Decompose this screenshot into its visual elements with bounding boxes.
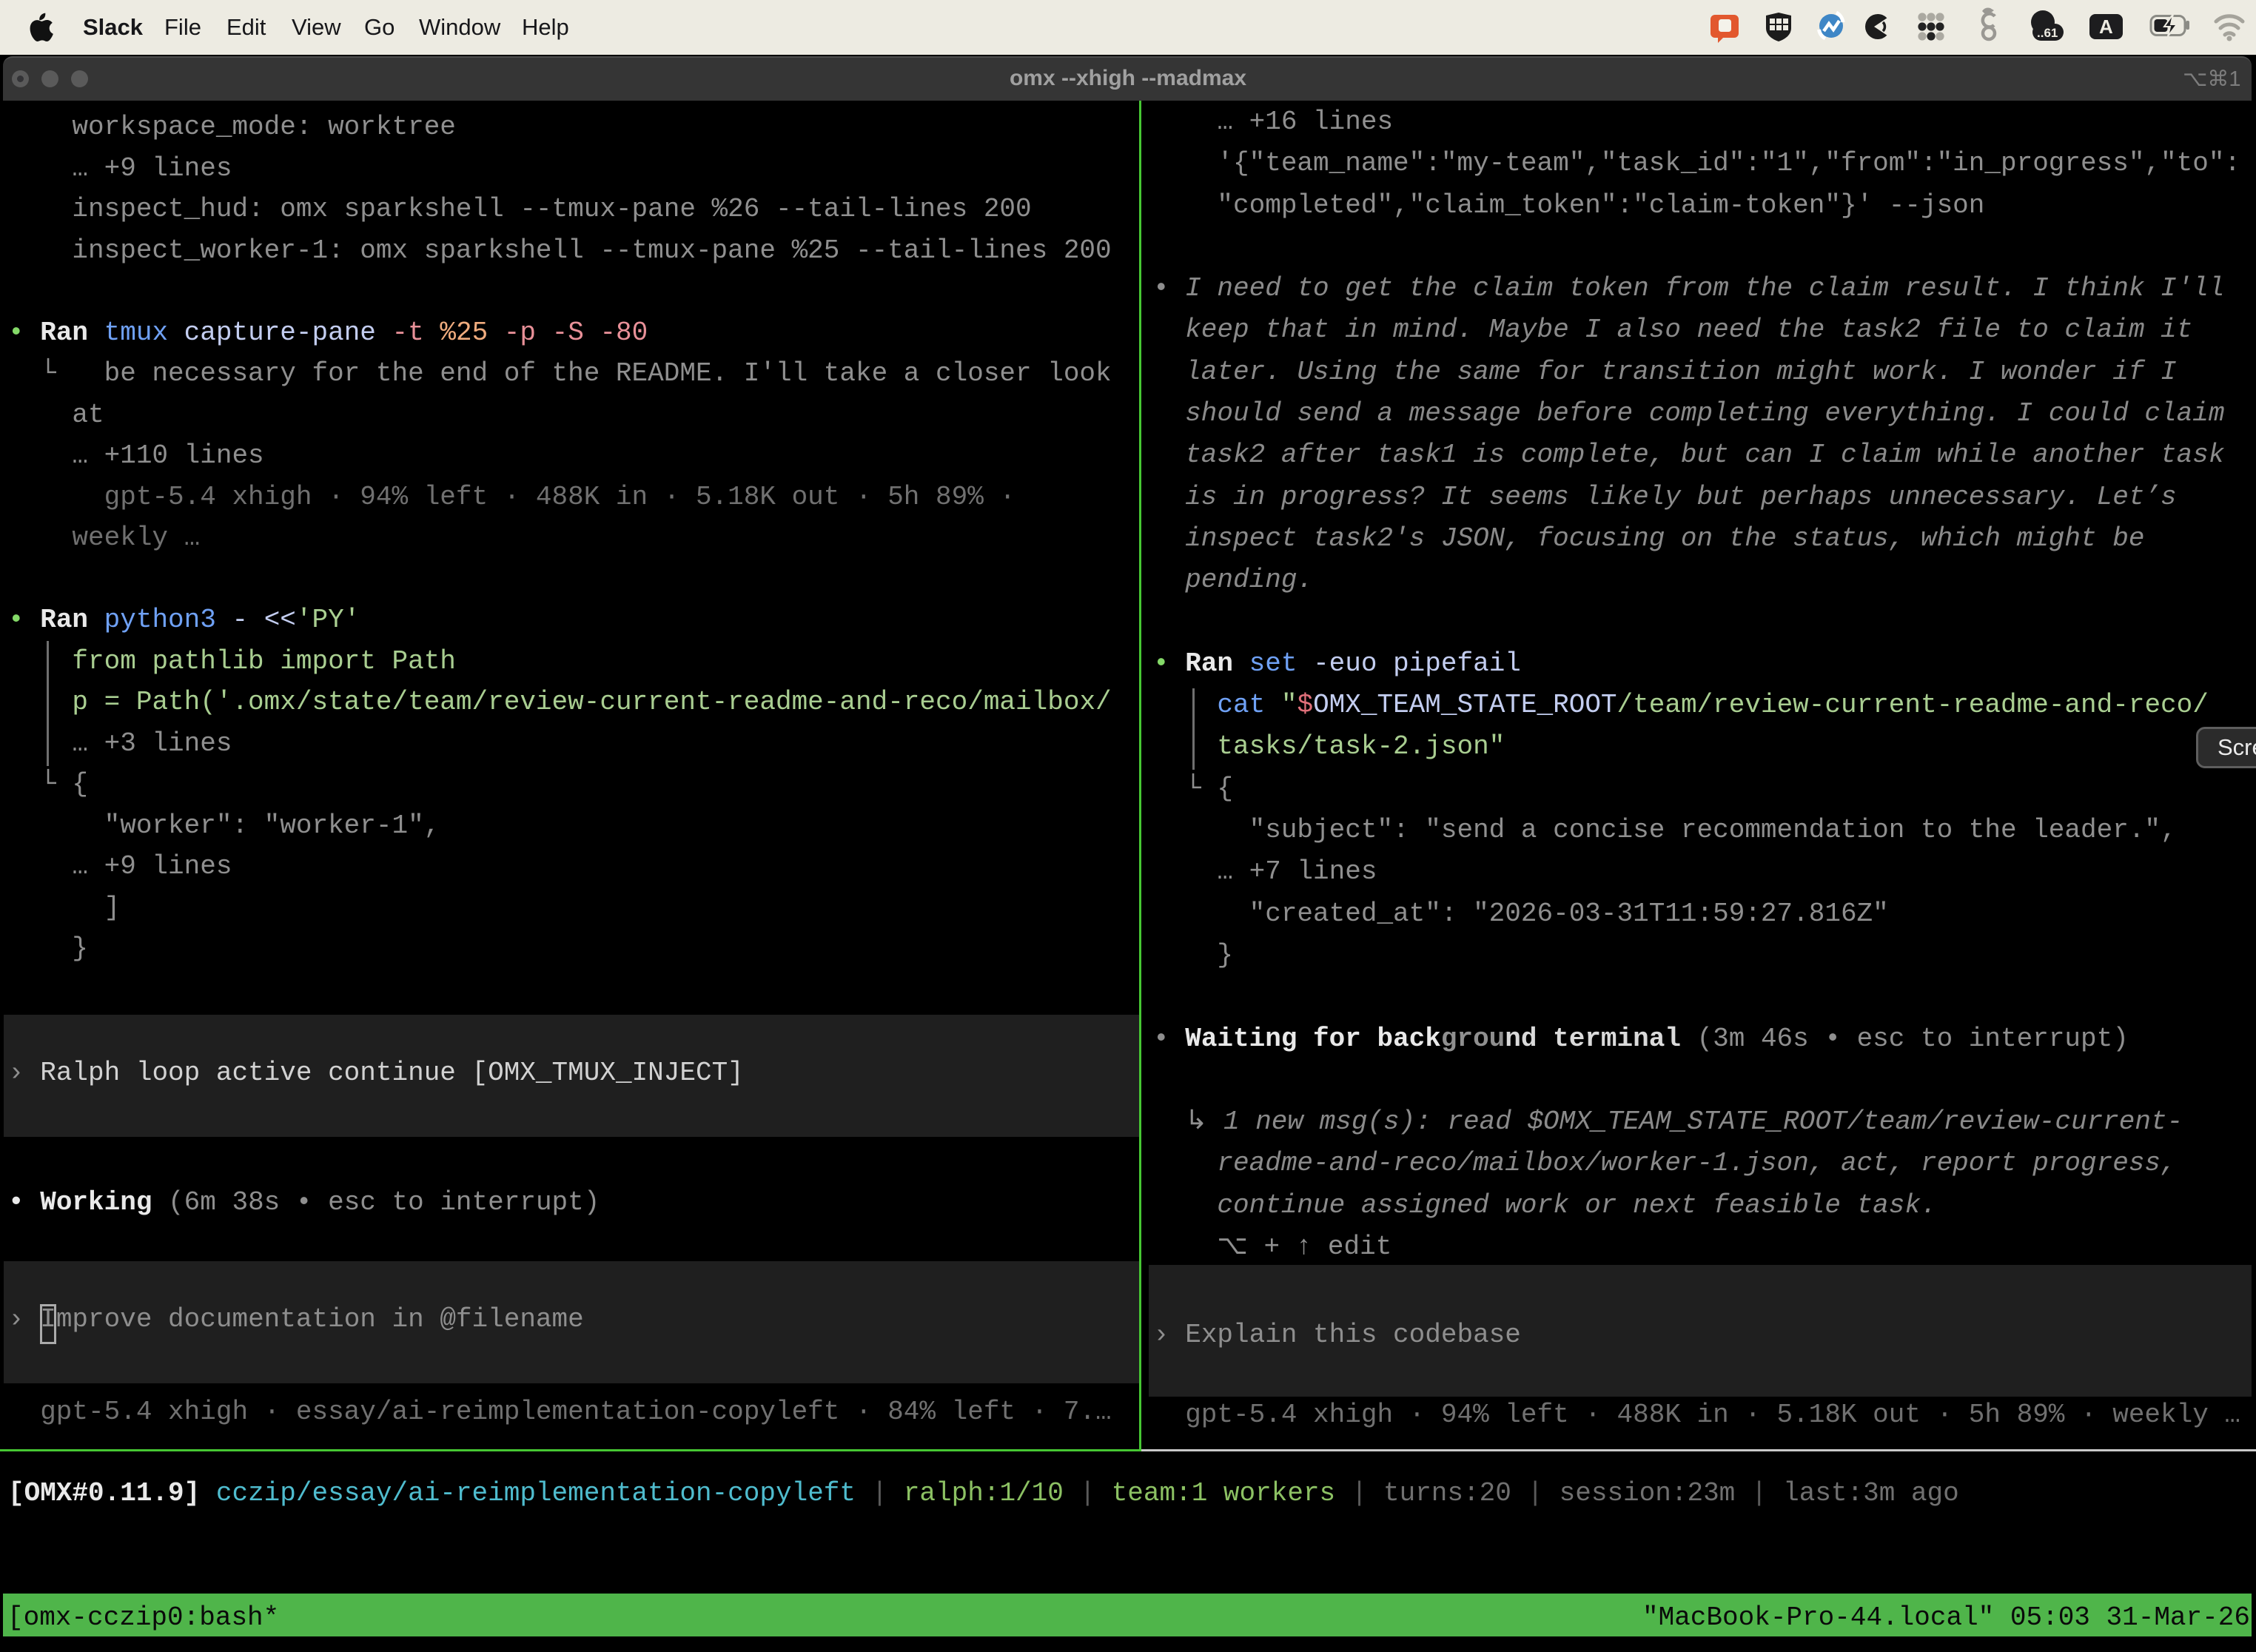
svg-text:..61: ..61 xyxy=(2037,26,2058,40)
svg-text:A: A xyxy=(2099,16,2113,38)
